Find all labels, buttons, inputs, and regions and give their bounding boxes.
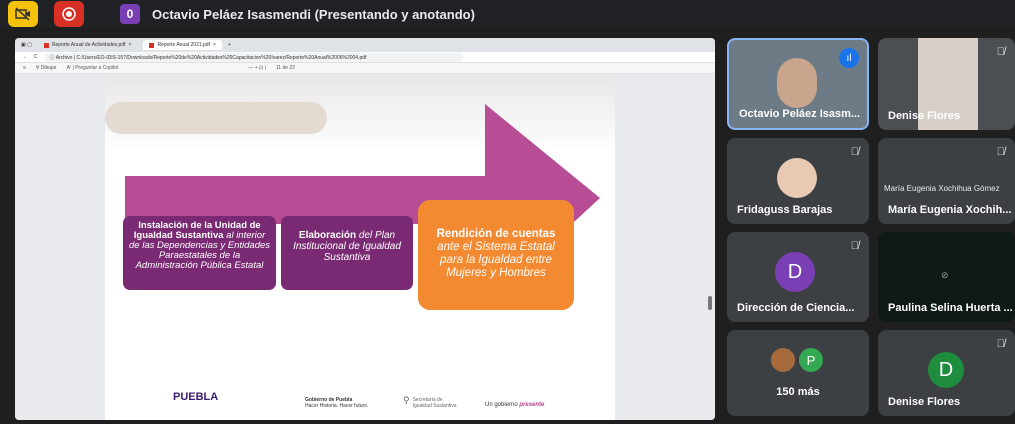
address-bar: ← C ⓘ Archivo | C:/Users/EO-IDIS-157/Dow…	[15, 52, 715, 63]
pdf-toolbar: ≡ ∀ Dibujar A⁾ | Preguntar a Copilot — +…	[15, 63, 715, 74]
slide-box-1: Instalación de la Unidad de Igualdad Sus…	[123, 216, 276, 290]
participant-tile-denise-1[interactable]: 🎙̸ Denise Flores	[878, 38, 1015, 130]
tab-label: Reporte Anual de Actividades.pdf	[51, 42, 126, 48]
participant-badge: 0	[120, 4, 140, 24]
window-menu-icon[interactable]: ▣ ▢	[21, 42, 32, 48]
pdf-icon	[149, 42, 155, 48]
logo1-text: PUEBLA	[173, 391, 219, 403]
menu-icon[interactable]: ≡	[23, 65, 26, 71]
slide-box-3: Rendición de cuentas ante el Sistema Est…	[418, 200, 574, 310]
back-icon[interactable]: ←	[23, 54, 28, 60]
participant-tile-more[interactable]: P 150 más	[727, 330, 869, 416]
mic-off-icon: 🎙̸	[850, 146, 859, 158]
tile-name: Paulina Selina Huerta ...	[888, 302, 1013, 314]
meeting-topbar: 0 Octavio Peláez Isasmendi (Presentando …	[0, 0, 1015, 28]
participant-tile-paulina[interactable]: ⊘ Paulina Selina Huerta ...	[878, 232, 1015, 322]
mic-off-icon: 🎙̸	[996, 46, 1005, 58]
logo-secretaria: ⚲ Secretaría de Igualdad Sustantiva	[403, 395, 457, 410]
direccion-avatar: D	[775, 252, 815, 292]
participant-tile-maria[interactable]: 🎙̸ María Eugenia Xochihua Gómez María Eu…	[878, 138, 1015, 224]
secretaria-icon: ⚲	[403, 395, 410, 405]
tile-name: María Eugenia Xochih...	[888, 204, 1012, 216]
url-prefix: Archivo	[55, 54, 73, 61]
header-pill	[105, 102, 327, 134]
scrollbar-thumb[interactable]	[708, 296, 712, 310]
slide-box-2: Elaboración del Plan Institucional de Ig…	[281, 216, 413, 290]
more-avatar-2: P	[799, 348, 823, 372]
page-info: de 22	[282, 65, 295, 71]
box3-bold: Rendición de cuentas	[436, 228, 556, 240]
tile-label: María Eugenia Xochihua Gómez	[884, 184, 1000, 193]
speaking-indicator: ıl	[839, 48, 859, 68]
draw-button[interactable]: ∀ Dibujar	[36, 65, 57, 71]
tile-name: Fridaguss Barajas	[737, 204, 833, 216]
camera-off-icon	[15, 7, 30, 21]
read-label: Preguntar a Copilot	[75, 65, 119, 71]
logo-gobierno: Gobierno de Puebla Hacer Historia. Hacer…	[305, 397, 368, 409]
logo4-b: presente	[519, 402, 545, 408]
zoom-controls[interactable]: — + ⊡ |	[248, 65, 266, 71]
shared-screen: ▣ ▢ Reporte Anual de Actividades.pdf × R…	[15, 38, 715, 420]
octavio-video	[777, 58, 817, 108]
record-button[interactable]	[54, 1, 84, 27]
logo-presente: Un gobierno presente	[485, 402, 544, 408]
box3-italic: ante el Sistema Estatal para la Igualdad…	[437, 241, 555, 279]
browser-tabs: ▣ ▢ Reporte Anual de Actividades.pdf × R…	[15, 38, 715, 52]
tile-name: Denise Flores	[888, 396, 961, 408]
box2-bold: Elaboración	[298, 230, 357, 241]
mic-off-icon: 🎙̸	[850, 240, 859, 252]
mic-off-icon: 🎙̸	[996, 146, 1005, 158]
tile-name: Dirección de Ciencia...	[737, 302, 855, 314]
more-avatar-1	[771, 348, 795, 372]
browser-tab-1[interactable]: Reporte Anual de Actividades.pdf ×	[38, 40, 138, 50]
new-tab-button[interactable]: +	[228, 42, 231, 48]
fridaguss-avatar	[777, 158, 817, 198]
record-icon	[62, 7, 76, 21]
url-field[interactable]: ⓘ Archivo | C:/Users/EO-IDIS-157/Downloa…	[43, 52, 464, 62]
pdf-icon	[43, 42, 49, 48]
draw-label: Dibujar	[40, 65, 57, 71]
logo3-line2: Igualdad Sustantiva	[412, 403, 457, 409]
camera-off-button[interactable]	[8, 1, 38, 27]
tile-name: Octavio Peláez Isasm...	[739, 108, 861, 120]
mic-off-icon: 🎙̸	[996, 338, 1005, 350]
participant-tile-denise-2[interactable]: D 🎙̸ Denise Flores	[878, 330, 1015, 416]
logo-puebla: PUEBLA	[173, 391, 219, 403]
browser-tab-2[interactable]: Reporte Anual 2021.pdf ×	[143, 40, 222, 50]
tab-label: Reporte Anual 2021.pdf	[157, 42, 210, 48]
tile-name: Denise Flores	[888, 110, 961, 122]
url-text: C:/Users/EO-IDIS-157/Downloads/Reporte%2…	[76, 54, 367, 61]
participant-tile-direccion[interactable]: D 🎙̸ Dirección de Ciencia...	[727, 232, 869, 322]
read-aloud-button[interactable]: A⁾ | Preguntar a Copilot	[67, 65, 119, 71]
page-indicator: 11 de 22	[275, 65, 295, 71]
participant-tile-fridaguss[interactable]: 🎙̸ Fridaguss Barajas	[727, 138, 869, 224]
logo2-line2: Hacer Historia. Hacer futuro.	[305, 403, 369, 409]
reload-icon[interactable]: C	[34, 54, 38, 60]
video-off-icon: ⊘	[941, 270, 949, 280]
presenter-title: Octavio Peláez Isasmendi (Presentando y …	[152, 6, 475, 22]
logo4-a: Un gobierno	[485, 402, 520, 408]
more-count: 150 más	[776, 386, 820, 398]
participant-tile-octavio[interactable]: ıl Octavio Peláez Isasm...	[727, 38, 869, 130]
denise-avatar: D	[928, 352, 964, 388]
